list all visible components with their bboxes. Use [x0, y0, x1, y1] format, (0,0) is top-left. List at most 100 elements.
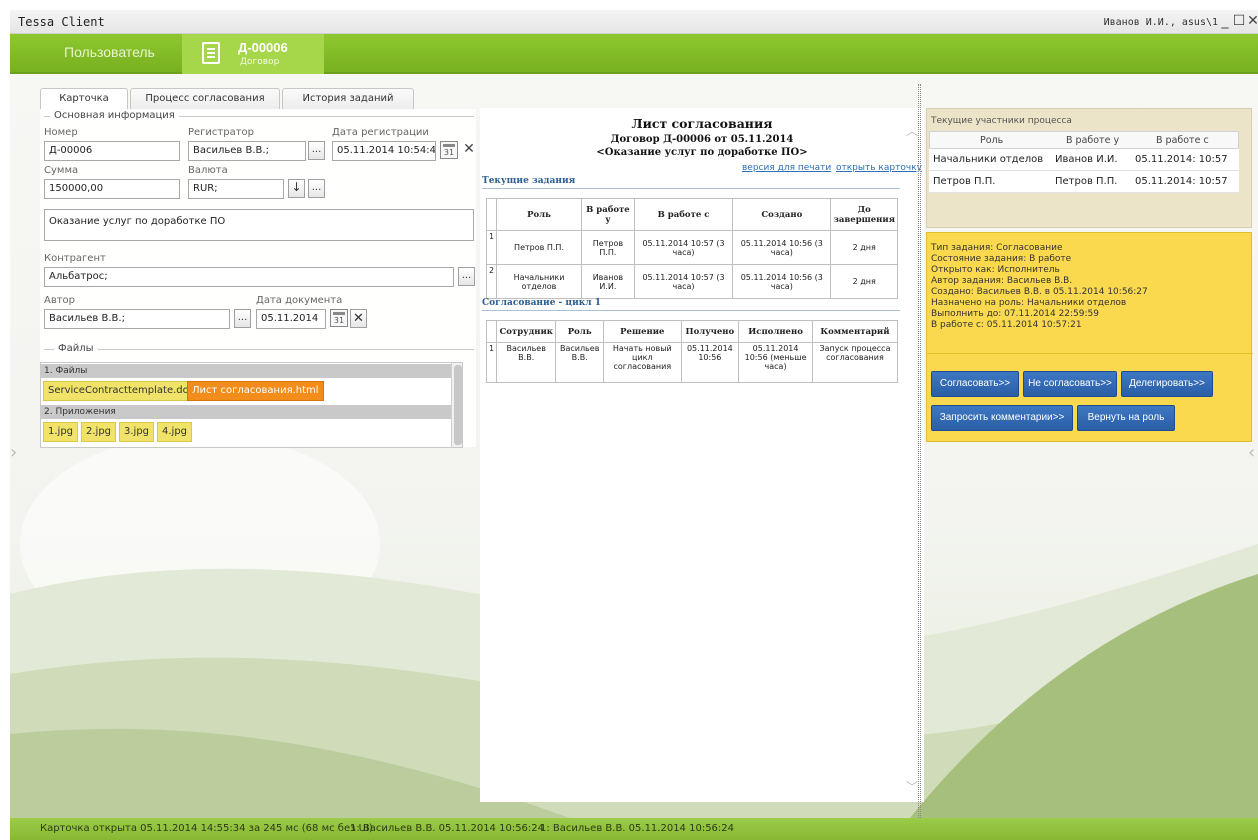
scroll-up-icon[interactable]: ︿: [906, 122, 918, 139]
doc-tab-type: Договор: [240, 57, 280, 67]
author-field[interactable]: Васильев В.В.;: [44, 309, 230, 329]
tab-user[interactable]: Пользователь: [64, 44, 155, 60]
collapse-right-icon[interactable]: ‹: [1248, 442, 1255, 463]
task-info-line: Создано: Васильев В.В. в 05.11.2014 10:5…: [931, 287, 1148, 297]
table-cell: 05.11.2014 10:56 (3 часа): [732, 264, 832, 299]
file-item[interactable]: 1.jpg: [43, 422, 79, 442]
status-item[interactable]: 1: Васильев В.В. 05.11.2014 10:56:24: [540, 823, 734, 834]
task-info-line: Выполнить до: 07.11.2014 22:59:59: [931, 309, 1099, 319]
author-label: Автор: [44, 295, 76, 306]
table-cell: Иванов И.И.: [580, 264, 635, 299]
section-divider: [482, 188, 900, 189]
table-row[interactable]: Петров П.П. Петров П.П. 05.11.2014: 10:5…: [929, 171, 1239, 193]
table-cell: 2 дня: [830, 230, 898, 265]
column-header[interactable]: Роль: [980, 135, 1003, 146]
collapse-left-icon[interactable]: ›: [10, 442, 17, 463]
sheet-subtitle: Договор Д-00006 от 05.11.2014: [610, 134, 794, 145]
task-info-line: В работе с: 05.11.2014 10:57:21: [931, 320, 1082, 330]
document-icon: [202, 42, 220, 64]
file-item[interactable]: 3.jpg: [119, 422, 155, 442]
approval-cycle-table: Сотрудник Роль Решение Получено Исполнен…: [485, 320, 899, 383]
table-header: Роль: [555, 320, 605, 343]
sheet-title: Лист согласования: [631, 116, 773, 131]
currency-field[interactable]: RUR;: [188, 179, 284, 199]
registrar-field[interactable]: Васильев В.В.;: [188, 141, 306, 161]
status-item[interactable]: 1: Васильев В.В. 05.11.2014 10:56:24: [350, 823, 544, 834]
calendar-icon[interactable]: 31: [440, 141, 458, 159]
status-bar: Карточка открыта 05.11.2014 14:55:34 за …: [10, 818, 1258, 840]
task-info-line: Назначено на роль: Начальники отделов: [931, 298, 1127, 308]
group-files-title: Файлы: [54, 343, 98, 354]
reject-button[interactable]: Не согласовать>>: [1023, 371, 1117, 397]
status-text: Карточка открыта 05.11.2014 14:55:34 за …: [40, 823, 373, 834]
registrar-label: Регистратор: [188, 127, 255, 138]
clear-icon[interactable]: ✕: [350, 309, 367, 328]
table-cell: Петров П.П.: [933, 176, 996, 187]
window-title: Tessa Client: [18, 15, 105, 29]
files-category-attachments[interactable]: 2. Приложения: [41, 405, 451, 419]
table-cell: Начальники отделов: [496, 264, 582, 299]
registrar-select-button[interactable]: ...: [308, 141, 325, 160]
minimize-icon[interactable]: _: [1218, 13, 1232, 29]
currency-label: Валюта: [188, 165, 228, 176]
table-cell: 2 дня: [830, 264, 898, 299]
column-header[interactable]: В работе с: [1156, 135, 1209, 146]
sum-field[interactable]: 150000,00: [44, 179, 180, 199]
table-cell: 05.11.2014 10:56 (3 часа): [732, 230, 832, 265]
tab-approval-process[interactable]: Процесс согласования: [130, 88, 280, 110]
table-header: Исполнено: [738, 320, 813, 343]
panel-splitter[interactable]: [918, 84, 921, 818]
author-select-button[interactable]: ...: [234, 309, 251, 328]
doc-date-label: Дата документа: [256, 295, 343, 306]
calendar-icon[interactable]: 31: [330, 309, 348, 327]
participants-caption: Текущие участники процесса: [931, 116, 1072, 126]
counterparty-field[interactable]: Альбатрос;: [44, 267, 454, 287]
process-participants: Текущие участники процесса Роль В работе…: [926, 108, 1252, 228]
tab-task-history[interactable]: История заданий: [282, 88, 414, 110]
task-info-line: Состояние задания: В работе: [931, 254, 1072, 264]
reg-date-field[interactable]: 05.11.2014 10:54:46: [332, 141, 436, 161]
number-field[interactable]: Д-00006: [44, 141, 180, 161]
open-card-link[interactable]: открыть карточку: [836, 163, 922, 173]
counterparty-label: Контрагент: [44, 253, 106, 264]
files-category-files[interactable]: 1. Файлы: [41, 364, 451, 378]
table-cell: Петров П.П.: [580, 230, 635, 265]
approve-button[interactable]: Согласовать>>: [931, 371, 1019, 397]
arrow-down-icon[interactable]: ↓: [288, 179, 305, 198]
subject-field[interactable]: Оказание услуг по доработке ПО: [44, 209, 474, 241]
task-divider: [927, 353, 1253, 354]
table-cell: 2: [485, 264, 498, 299]
counterparty-select-button[interactable]: ...: [458, 267, 475, 286]
doc-date-field[interactable]: 05.11.2014: [256, 309, 326, 329]
table-header: Роль: [496, 198, 582, 231]
table-row[interactable]: Начальники отделов Иванов И.И. 05.11.201…: [929, 149, 1239, 171]
table-header: [485, 320, 498, 343]
maximize-icon[interactable]: ☐: [1232, 13, 1246, 29]
user-info: Иванов И.И., asus\1: [1103, 17, 1218, 28]
task-panel: Тип задания: Согласование Состояние зада…: [926, 232, 1253, 442]
table-cell: 1: [485, 342, 498, 383]
delegate-button[interactable]: Делегировать>>: [1121, 371, 1213, 397]
tab-document[interactable]: Д-00006 Договор: [182, 34, 324, 74]
files-list: 1. Файлы ServiceContracttemplate.doc Лис…: [40, 362, 463, 448]
currency-select-button[interactable]: ...: [308, 179, 325, 198]
file-item[interactable]: ServiceContracttemplate.doc: [43, 381, 200, 401]
window-titlebar: Tessa Client Иванов И.И., asus\1 _ ☐ ✕: [10, 10, 1258, 34]
content-area: › ‹ Карточка Процесс согласования Истори…: [10, 74, 1258, 818]
print-version-link[interactable]: версия для печати: [742, 163, 831, 173]
request-comments-button[interactable]: Запросить комментарии>>: [931, 405, 1073, 431]
section-divider: [482, 310, 900, 311]
scroll-down-icon[interactable]: ﹀: [906, 778, 918, 795]
column-header[interactable]: В работе у: [1066, 135, 1119, 146]
current-tasks-heading: Текущие задания: [482, 176, 576, 186]
close-icon[interactable]: ✕: [1246, 13, 1258, 29]
chevron-down-icon[interactable]: ⌄: [461, 397, 462, 408]
file-item-selected[interactable]: Лист согласования.html: [187, 381, 324, 401]
clear-icon[interactable]: ✕: [460, 141, 478, 159]
tab-card[interactable]: Карточка: [40, 88, 128, 111]
return-to-role-button[interactable]: Вернуть на роль: [1077, 405, 1175, 431]
file-item[interactable]: 2.jpg: [81, 422, 117, 442]
table-cell: Петров П.П.: [1055, 176, 1118, 187]
table-header: Получено: [680, 320, 740, 343]
file-item[interactable]: 4.jpg: [157, 422, 193, 442]
